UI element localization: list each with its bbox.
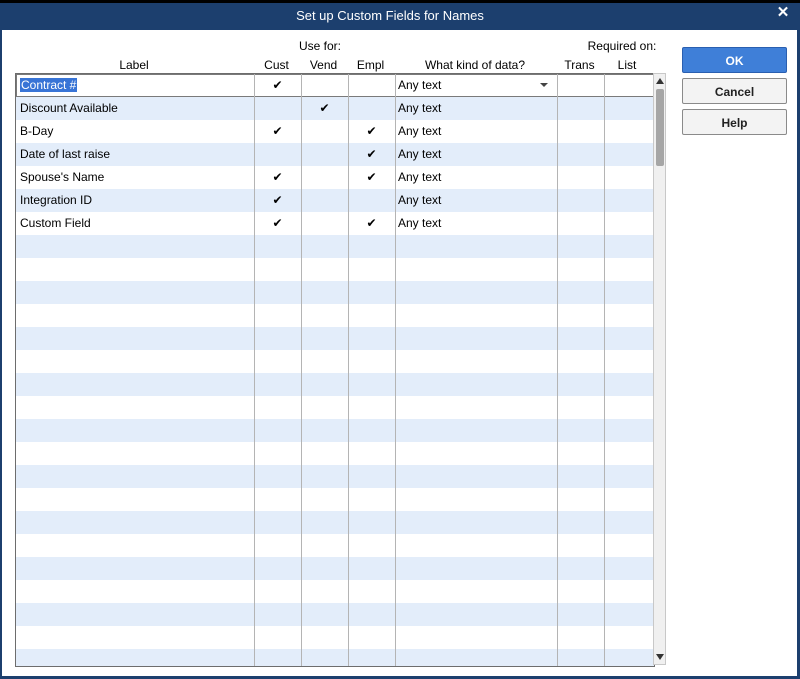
table-row[interactable]: [16, 580, 654, 603]
table-row[interactable]: Custom Field ✔ ✔ Any text: [16, 212, 654, 235]
cust-check-cell[interactable]: ✔: [254, 189, 301, 212]
scrollbar-thumb[interactable]: [656, 89, 664, 166]
empl-check-cell[interactable]: [348, 189, 395, 212]
empl-check-cell[interactable]: [348, 74, 395, 97]
row-label-cell[interactable]: Contract #: [20, 74, 250, 97]
chevron-down-icon[interactable]: [540, 83, 548, 87]
data-kind-cell[interactable]: Any text: [398, 189, 553, 212]
cust-check-cell[interactable]: [254, 97, 301, 120]
table-row[interactable]: [16, 603, 654, 626]
table-row[interactable]: [16, 649, 654, 666]
vend-column-header: Vend: [309, 58, 338, 72]
table-row[interactable]: Spouse's Name ✔ ✔ Any text: [16, 166, 654, 189]
empl-check-cell[interactable]: ✔: [348, 120, 395, 143]
empl-column-header: Empl: [356, 58, 385, 72]
vend-check-cell[interactable]: [301, 189, 348, 212]
cust-check-cell[interactable]: ✔: [254, 120, 301, 143]
vertical-scrollbar[interactable]: [653, 73, 666, 665]
dialog-title: Set up Custom Fields for Names: [296, 8, 484, 23]
use-for-header: Use for:: [298, 39, 341, 53]
table-row[interactable]: [16, 534, 654, 557]
row-label-cell[interactable]: Integration ID: [20, 189, 250, 212]
label-column-header: Label: [119, 58, 149, 72]
data-kind-cell[interactable]: Any text: [398, 74, 553, 97]
title-bar-top-edge: [0, 0, 800, 3]
vend-check-cell[interactable]: [301, 166, 348, 189]
table-row[interactable]: [16, 350, 654, 373]
required-on-header: Required on:: [587, 39, 657, 53]
row-label-cell[interactable]: Spouse's Name: [20, 166, 250, 189]
scroll-up-arrow-icon[interactable]: [655, 76, 665, 86]
table-row[interactable]: [16, 488, 654, 511]
list-column-header: List: [617, 58, 637, 72]
table-row[interactable]: Date of last raise ✔ Any text: [16, 143, 654, 166]
kind-column-header: What kind of data?: [424, 58, 526, 72]
vend-check-cell[interactable]: [301, 212, 348, 235]
table-row[interactable]: [16, 304, 654, 327]
vend-check-cell[interactable]: [301, 120, 348, 143]
table-row[interactable]: [16, 396, 654, 419]
cust-column-header: Cust: [264, 58, 289, 72]
table-row[interactable]: [16, 281, 654, 304]
table-row[interactable]: [16, 419, 654, 442]
cust-check-cell[interactable]: ✔: [254, 74, 301, 97]
custom-fields-table: Contract # ✔ Any text Discount Available ✔ An…: [15, 73, 655, 667]
table-row[interactable]: Integration ID ✔ Any text: [16, 189, 654, 212]
row-label-cell[interactable]: Date of last raise: [20, 143, 250, 166]
table-row[interactable]: [16, 327, 654, 350]
empl-check-cell[interactable]: ✔: [348, 166, 395, 189]
trans-column-header: Trans: [564, 58, 595, 72]
table-row[interactable]: [16, 442, 654, 465]
vend-check-cell[interactable]: [301, 74, 348, 97]
table-row[interactable]: Discount Available ✔ Any text: [16, 97, 654, 120]
vend-check-cell[interactable]: [301, 143, 348, 166]
column-divider: [254, 74, 255, 666]
data-kind-cell[interactable]: Any text: [398, 120, 553, 143]
row-label-cell[interactable]: Custom Field: [20, 212, 250, 235]
data-kind-cell[interactable]: Any text: [398, 97, 553, 120]
scroll-down-arrow-icon[interactable]: [655, 652, 665, 662]
empl-check-cell[interactable]: ✔: [348, 143, 395, 166]
column-divider: [348, 74, 349, 666]
table-row[interactable]: [16, 511, 654, 534]
empl-check-cell[interactable]: ✔: [348, 212, 395, 235]
column-divider: [604, 74, 605, 666]
table-row[interactable]: [16, 235, 654, 258]
table-row[interactable]: Contract # ✔ Any text: [16, 74, 654, 97]
selected-label-text[interactable]: Contract #: [20, 78, 78, 92]
table-row[interactable]: [16, 557, 654, 580]
column-divider: [395, 74, 396, 666]
data-kind-cell[interactable]: Any text: [398, 166, 553, 189]
title-bar: Set up Custom Fields for Names ✕: [0, 0, 800, 30]
row-label-cell[interactable]: B-Day: [20, 120, 250, 143]
cust-check-cell[interactable]: ✔: [254, 212, 301, 235]
table-row[interactable]: B-Day ✔ ✔ Any text: [16, 120, 654, 143]
cust-check-cell[interactable]: [254, 143, 301, 166]
empl-check-cell[interactable]: [348, 97, 395, 120]
row-label-cell[interactable]: Discount Available: [20, 97, 250, 120]
cust-check-cell[interactable]: ✔: [254, 166, 301, 189]
table-row[interactable]: [16, 465, 654, 488]
help-button[interactable]: Help: [682, 109, 787, 135]
data-kind-cell[interactable]: Any text: [398, 212, 553, 235]
cancel-button[interactable]: Cancel: [682, 78, 787, 104]
ok-button[interactable]: OK: [682, 47, 787, 73]
column-divider: [557, 74, 558, 666]
data-kind-cell[interactable]: Any text: [398, 143, 553, 166]
custom-fields-dialog: Set up Custom Fields for Names ✕ Use for…: [0, 0, 800, 679]
column-divider: [301, 74, 302, 666]
vend-check-cell[interactable]: ✔: [301, 97, 348, 120]
close-icon[interactable]: ✕: [774, 4, 792, 22]
table-row[interactable]: [16, 373, 654, 396]
table-row[interactable]: [16, 626, 654, 649]
table-row[interactable]: [16, 258, 654, 281]
